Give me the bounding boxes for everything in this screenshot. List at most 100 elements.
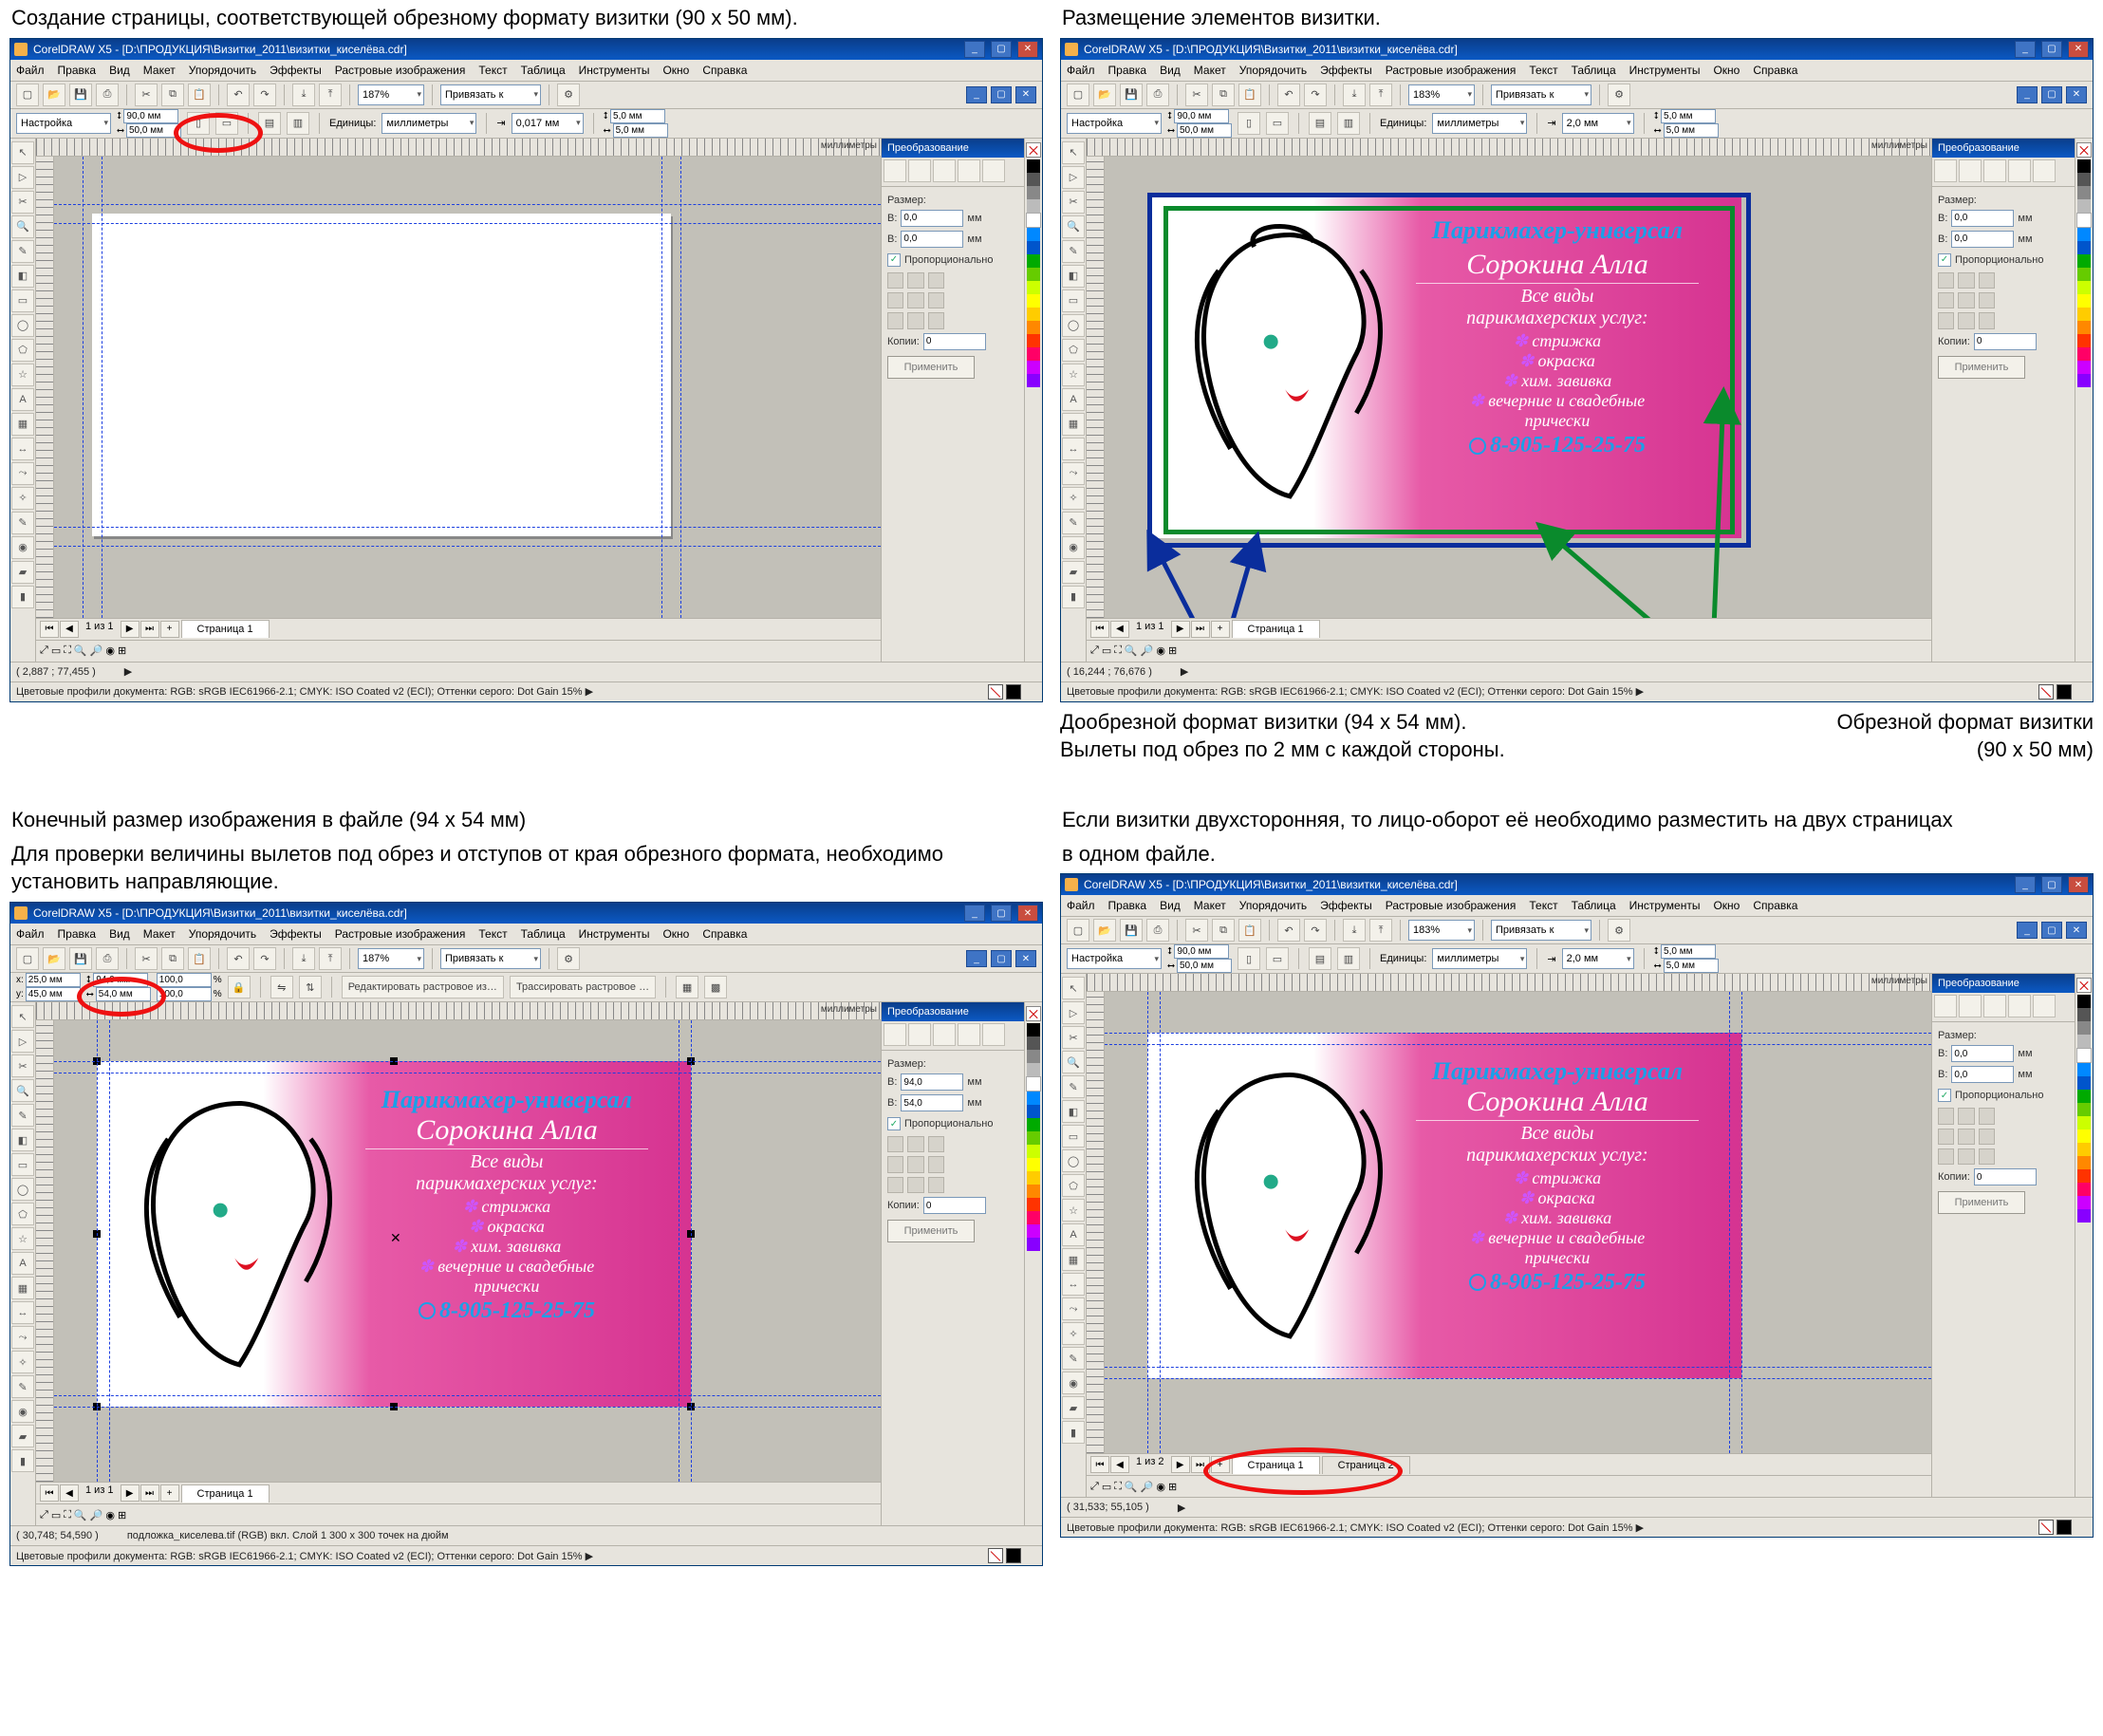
- page-rect: [92, 214, 671, 536]
- effects-tool-icon[interactable]: ✧: [11, 487, 34, 510]
- rectangle-tool-icon[interactable]: ▭: [11, 289, 34, 312]
- shape-tool-icon[interactable]: ▷: [11, 166, 34, 189]
- size-h-input[interactable]: [901, 231, 963, 248]
- page-size-fields[interactable]: ⭥90,0 мм ⭤50,0 мм: [117, 109, 181, 138]
- connector-tool-icon[interactable]: ⤳: [11, 462, 34, 485]
- fill-indicator[interactable]: [988, 684, 1003, 700]
- polygon-tool-icon[interactable]: ⬠: [11, 339, 34, 362]
- dock-scale-icon[interactable]: [933, 159, 956, 182]
- page-tab-1b[interactable]: Страница 1: [1232, 1456, 1320, 1474]
- page-preset[interactable]: Настройка: [16, 113, 111, 134]
- doc-min-icon[interactable]: _: [966, 86, 987, 103]
- obj-pos[interactable]: x:25,0 мм y:45,0 мм: [16, 973, 81, 1001]
- options-icon[interactable]: ⚙: [557, 84, 580, 106]
- prop-checkbox[interactable]: ✓: [887, 253, 901, 267]
- app-window-4: CorelDRAW X5 - [D:\ПРОДУКЦИЯ\Визитки_201…: [1060, 873, 2094, 1538]
- dock-rot-icon[interactable]: [908, 159, 931, 182]
- redo-icon[interactable]: ↷: [253, 84, 276, 106]
- close-button[interactable]: ✕: [1017, 41, 1038, 58]
- curpage-icon[interactable]: ▥: [287, 112, 309, 135]
- h-ruler: миллиметры: [36, 139, 881, 157]
- eyedropper-tool-icon[interactable]: ✎: [11, 512, 34, 534]
- edit-bitmap-btn[interactable]: Редактировать растровое из…: [342, 976, 504, 999]
- copy-icon[interactable]: ⧉: [161, 84, 184, 106]
- min-button[interactable]: _: [964, 41, 985, 58]
- canvas[interactable]: [54, 157, 881, 618]
- trim-rect-annot: [1163, 206, 1735, 534]
- trace-bitmap-btn[interactable]: Трассировать растровое …: [510, 976, 656, 999]
- lock-ratio-icon[interactable]: 🔒: [228, 976, 251, 999]
- docker-transform: Преобразование Размер: В:мм В:мм ✓Пропор…: [881, 139, 1024, 662]
- freehand-tool-icon[interactable]: ✎: [11, 240, 34, 263]
- dock-skew-icon[interactable]: [982, 159, 1005, 182]
- dock-size-icon[interactable]: [958, 159, 980, 182]
- fill-tool-icon[interactable]: ▰: [11, 561, 34, 584]
- ellipse-tool-icon[interactable]: ◯: [11, 314, 34, 337]
- obj-size[interactable]: ⭥94,0 мм ⭤54,0 мм: [86, 973, 151, 1001]
- mirror-h-icon[interactable]: ⇋: [270, 976, 293, 999]
- status-bar: ( 2,887 ; 77,455 ) ▶: [10, 662, 1042, 681]
- nudge-field[interactable]: 0,017 мм: [512, 113, 584, 134]
- caption-p2: Размещение элементов визитки.: [1062, 4, 2094, 32]
- canvas-3[interactable]: Парикмахер-универсалСорокина АллаВсе вид…: [54, 1020, 881, 1482]
- toolbox: ↖ ▷ ✂ 🔍 ✎ ◧ ▭ ◯ ⬠ ☆ A ▦ ↔ ⤳ ✧ ✎ ◉: [10, 139, 36, 662]
- save-icon[interactable]: 💾: [69, 84, 92, 106]
- doc-max-icon[interactable]: ▢: [991, 86, 1012, 103]
- page-tab-2[interactable]: Страница 2: [1322, 1456, 1410, 1474]
- zoom-nav-bar[interactable]: ⤢▭⛶🔍🔎◉⊞: [36, 640, 881, 662]
- window-title: CorelDRAW X5 - [D:\ПРОДУКЦИЯ\Визитки_201…: [33, 43, 407, 56]
- status-bar-2: Цветовые профили документа: RGB: sRGB IE…: [10, 681, 1042, 701]
- interactive-fill-icon[interactable]: ▮: [11, 586, 34, 608]
- outline-indicator[interactable]: [1006, 684, 1021, 700]
- menubar[interactable]: ФайлПравкаВидМакетУпорядочитьЭффектыРаст…: [10, 60, 1042, 82]
- allpages-icon[interactable]: ▤: [258, 112, 281, 135]
- doc-close-icon[interactable]: ✕: [1015, 86, 1036, 103]
- export-icon[interactable]: ⤒: [319, 84, 342, 106]
- mirror-v-icon[interactable]: ⇅: [299, 976, 322, 999]
- new-icon[interactable]: ▢: [16, 84, 39, 106]
- pick-tool-icon[interactable]: ↖: [11, 141, 34, 164]
- zoom-tool-icon[interactable]: 🔍: [11, 215, 34, 238]
- color-palette[interactable]: [1024, 139, 1042, 662]
- open-icon[interactable]: 📂: [43, 84, 65, 106]
- undo-icon[interactable]: ↶: [227, 84, 250, 106]
- crop-tool-icon[interactable]: ✂: [11, 191, 34, 214]
- apply-button[interactable]: Применить: [887, 356, 975, 379]
- page-tab-1[interactable]: Страница 1: [181, 620, 270, 638]
- outline-tool-icon[interactable]: ◉: [11, 536, 34, 559]
- landscape-icon[interactable]: ▭: [215, 112, 238, 135]
- paste-icon[interactable]: 📋: [188, 84, 211, 106]
- text-tool-icon[interactable]: A: [11, 388, 34, 411]
- cut-icon[interactable]: ✂: [135, 84, 158, 106]
- size-w-input[interactable]: [901, 210, 963, 227]
- obj-scale[interactable]: 100,0% 100,0%: [157, 973, 222, 1001]
- max-button[interactable]: ▢: [991, 41, 1012, 58]
- canvas-4[interactable]: Парикмахер-универсалСорокина АллаВсе вид…: [1105, 992, 1931, 1453]
- smart-fill-icon[interactable]: ◧: [11, 265, 34, 288]
- table-tool-icon[interactable]: ▦: [11, 413, 34, 436]
- annot-trim-text2: (90 х 50 мм): [1836, 736, 2094, 764]
- zoom-combo[interactable]: 187%: [358, 84, 424, 105]
- page-tabs: ⏮◀ 1 из 1 ▶⏭ + Страница 1: [36, 618, 881, 640]
- units-combo[interactable]: миллиметры: [382, 113, 476, 134]
- canvas-2[interactable]: Парикмахер-универсал Сорокина Алла Все в…: [1105, 157, 1931, 618]
- import-icon[interactable]: ⤓: [292, 84, 315, 106]
- app-window-2: CorelDRAW X5 - [D:\ПРОДУКЦИЯ\Визитки_201…: [1060, 38, 2094, 702]
- dup-offset[interactable]: ⭥5,0 мм ⭤5,0 мм: [604, 109, 668, 138]
- dimension-tool-icon[interactable]: ↔: [11, 438, 34, 460]
- snap-combo[interactable]: Привязать к: [440, 84, 541, 105]
- annot-bleed-text2: Вылеты под обрез по 2 мм с каждой сторон…: [1060, 736, 1505, 764]
- annot-bleed-text: Дообрезной формат визитки (94 х 54 мм).: [1060, 708, 1505, 737]
- app-window-3: CorelDRAW X5 - [D:\ПРОДУКЦИЯ\Визитки_201…: [9, 902, 1043, 1566]
- anchor-grid[interactable]: [887, 272, 944, 329]
- page-nav[interactable]: ⏮◀ 1 из 1 ▶⏭ +: [40, 621, 179, 638]
- print-icon[interactable]: ⎙: [96, 84, 119, 106]
- no-color-swatch[interactable]: [1026, 142, 1041, 158]
- property-bar: Настройка ⭥90,0 мм ⭤50,0 мм ▯ ▭ ▤ ▥ Един…: [10, 109, 1042, 139]
- dock-pos-icon[interactable]: [884, 159, 906, 182]
- portrait-icon[interactable]: ▯: [187, 112, 210, 135]
- caption-p3b: Для проверки величины вылетов под обрез …: [11, 840, 1043, 896]
- copies-input[interactable]: [923, 333, 986, 350]
- caption-p4a: Если визитки двухсторонняя, то лицо-обор…: [1062, 806, 2094, 834]
- shapes-tool-icon[interactable]: ☆: [11, 364, 34, 386]
